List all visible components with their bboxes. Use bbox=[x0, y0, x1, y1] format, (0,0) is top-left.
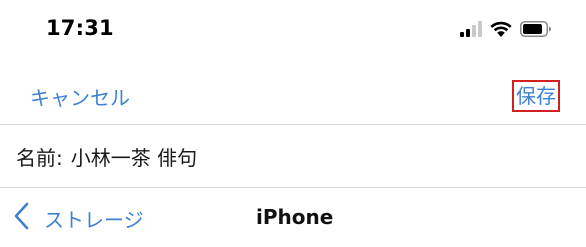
status-bar: 17:31 bbox=[0, 0, 586, 62]
screen: 17:31 キャンセル 保存 名前: 小林一茶 俳句 ストレージ iPhone bbox=[0, 0, 586, 247]
wifi-icon bbox=[490, 21, 512, 42]
status-icons bbox=[460, 20, 552, 42]
back-label: ストレージ bbox=[44, 207, 144, 232]
battery-icon bbox=[520, 21, 552, 41]
back-button[interactable]: ストレージ bbox=[14, 202, 144, 234]
name-row: 名前: 小林一茶 俳句 bbox=[0, 125, 586, 187]
save-button[interactable]: 保存 bbox=[512, 80, 560, 112]
signal-icon bbox=[460, 21, 482, 41]
status-time: 17:31 bbox=[46, 16, 114, 40]
nav-bar: キャンセル 保存 bbox=[0, 62, 586, 124]
name-label: 名前: bbox=[16, 145, 63, 170]
name-field[interactable]: 小林一茶 俳句 bbox=[71, 142, 197, 171]
chevron-left-icon bbox=[14, 202, 30, 234]
location-title: iPhone bbox=[256, 205, 334, 229]
cancel-button[interactable]: キャンセル bbox=[30, 82, 130, 111]
location-bar: ストレージ iPhone bbox=[0, 188, 586, 247]
